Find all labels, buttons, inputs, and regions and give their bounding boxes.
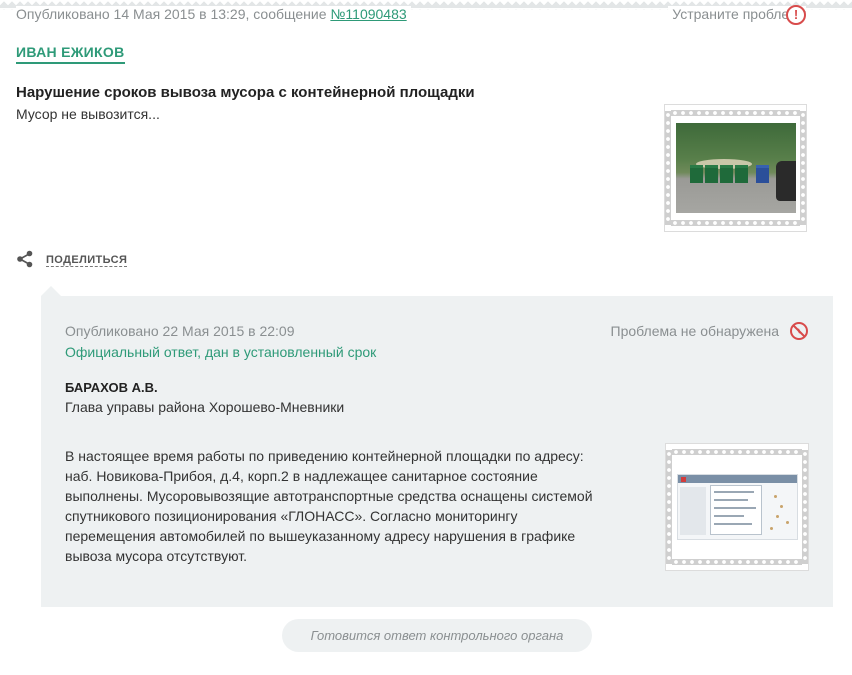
answer-text-line: перемещения автомобилей по вышеуказанном… [65,528,576,544]
answer-published-date: Опубликовано 22 Мая 2015 в 22:09 [65,323,295,339]
official-answer-panel: Опубликовано 22 Мая 2015 в 22:09 Официал… [41,296,833,607]
screenshot-line [714,523,752,525]
exclamation-icon[interactable]: ! [786,5,806,25]
screenshot-titlebar [678,475,797,483]
container [720,165,733,183]
published-date: Опубликовано 14 Мая 2015 в 13:29, сообще… [16,6,331,22]
official-name: БАРАХОВ А.В. [65,380,158,395]
pending-control-answer-badge: Готовится ответ контрольного органа [282,619,592,652]
map-marker [780,505,783,508]
map-marker [770,527,773,530]
film-edge [800,111,806,225]
author-name[interactable]: ИВАН ЕЖИКОВ [16,44,125,64]
container [705,165,718,183]
complaint-meta: Опубликовано 14 Мая 2015 в 13:29, сообще… [16,6,411,22]
monitoring-screenshot [677,474,798,540]
complaint-text: Мусор не вывозится... [16,106,160,122]
screenshot-logo [681,477,686,482]
film-edge [665,111,671,225]
screenshot-sidebar [680,487,706,535]
film-edge [802,450,808,564]
problem-status: Проблема не обнаружена [610,323,779,339]
film-edge [666,450,672,564]
container [690,165,703,183]
answer-photo-thumbnail[interactable] [665,443,809,571]
map-marker [774,495,777,498]
message-number-link[interactable]: №11090483 [330,6,406,22]
answer-text-line: В настоящее время работы по приведению к… [65,448,584,464]
container [756,165,769,183]
not-found-icon [790,322,808,340]
complaint-title: Нарушение сроков вывоза мусора с контейн… [16,84,475,101]
official-role: Глава управы района Хорошево-Мневники [65,399,345,415]
complaint-photo-thumbnail[interactable] [664,104,807,232]
share-link[interactable]: ПОДЕЛИТЬСЯ [46,254,128,267]
screenshot-line [714,515,744,517]
answer-text-line: вывоза мусора отсутствуют. [65,548,248,564]
answer-text-line: спутникового позиционирования «ГЛОНАСС».… [65,508,518,524]
answer-text: В настоящее время работы по приведению к… [65,446,635,566]
answer-notch [41,286,61,296]
screenshot-line [714,499,748,501]
share-icon[interactable] [16,250,34,268]
answer-text-line: наб. Новикова-Прибоя, д.4, корп.2 в надл… [65,468,538,484]
screenshot-line [714,507,756,509]
parked-car [776,161,796,201]
answer-text-line: выполнены. Мусоровывозящие автотранспорт… [65,488,593,504]
trash-containers-photo [676,123,796,213]
container [735,165,748,183]
map-marker [776,515,779,518]
map-marker [786,521,789,524]
screenshot-line [714,491,754,493]
answer-status: Официальный ответ, дан в установленный с… [65,344,377,360]
